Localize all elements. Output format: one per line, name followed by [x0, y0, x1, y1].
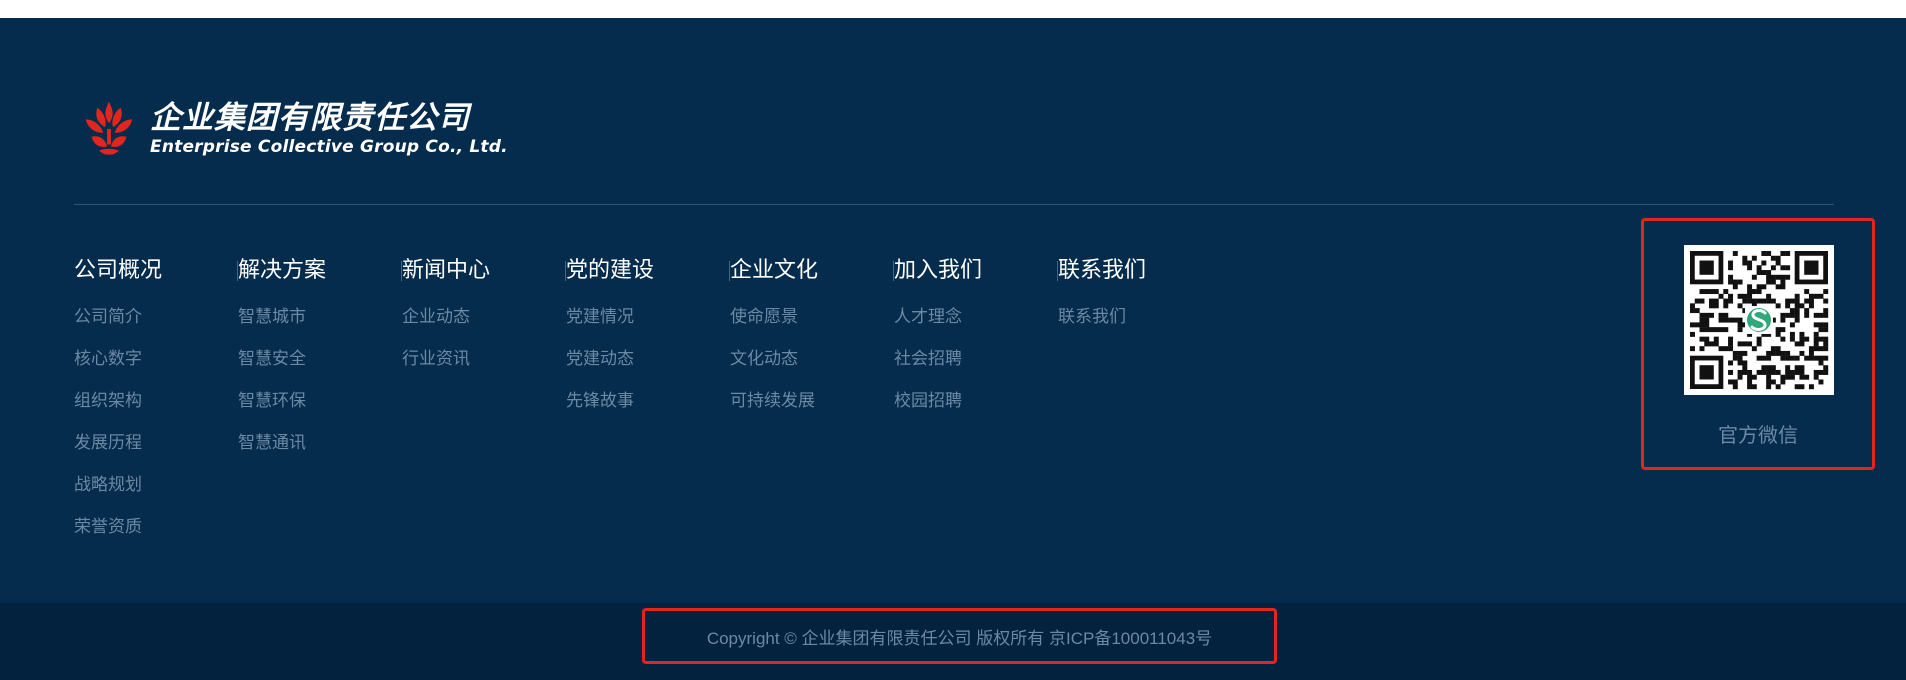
wechat-qr-box: 官方微信 — [1641, 218, 1875, 470]
nav-column-contact: 联系我们 联系我们 — [1058, 256, 1222, 557]
nav-link[interactable]: 人才理念 — [894, 305, 1058, 347]
footer-divider — [74, 204, 1834, 205]
nav-column-culture: 企业文化 使命愿景 文化动态 可持续发展 — [730, 256, 894, 557]
company-name-en: Enterprise Collective Group Co., Ltd. — [150, 137, 508, 157]
nav-link[interactable]: 智慧安全 — [238, 347, 402, 389]
company-name-cn: 企业集团有限责任公司 — [150, 100, 470, 136]
top-strip — [0, 0, 1906, 18]
nav-link[interactable]: 战略规划 — [74, 473, 238, 515]
nav-title-culture[interactable]: 企业文化 — [730, 256, 818, 286]
nav-link[interactable]: 校园招聘 — [894, 389, 1058, 431]
nav-link[interactable]: 智慧城市 — [238, 305, 402, 347]
nav-title-join[interactable]: 加入我们 — [894, 256, 982, 286]
nav-column-join: 加入我们 人才理念 社会招聘 校园招聘 — [894, 256, 1058, 557]
nav-link[interactable]: 社会招聘 — [894, 347, 1058, 389]
nav-link[interactable]: 行业资讯 — [402, 347, 566, 389]
nav-column-news: 新闻中心 企业动态 行业资讯 — [402, 256, 566, 557]
nav-link[interactable]: 文化动态 — [730, 347, 894, 389]
nav-column-solutions: 解决方案 智慧城市 智慧安全 智慧环保 智慧通讯 — [238, 256, 402, 557]
nav-title-company[interactable]: 公司概况 — [74, 256, 162, 286]
footer-nav: 公司概况 公司简介 核心数字 组织架构 发展历程 战略规划 荣誉资质 解决方案 … — [74, 256, 1222, 557]
nav-title-party[interactable]: 党的建设 — [566, 256, 654, 286]
copyright-box: Copyright © 企业集团有限责任公司 版权所有 京ICP备1000110… — [642, 608, 1277, 664]
nav-column-party: 党的建设 党建情况 党建动态 先锋故事 — [566, 256, 730, 557]
qr-label: 官方微信 — [1718, 423, 1798, 447]
company-logo[interactable]: 企业集团有限责任公司 Enterprise Collective Group C… — [78, 98, 508, 160]
copyright-text: Copyright © 企业集团有限责任公司 版权所有 京ICP备1000110… — [706, 628, 1213, 648]
nav-link[interactable]: 使命愿景 — [730, 305, 894, 347]
nav-link[interactable]: 公司简介 — [74, 305, 238, 347]
nav-link[interactable]: 可持续发展 — [730, 389, 894, 431]
site-footer: 企业集团有限责任公司 Enterprise Collective Group C… — [0, 18, 1906, 603]
nav-link[interactable]: 党建动态 — [566, 347, 730, 389]
nav-title-news[interactable]: 新闻中心 — [402, 256, 490, 286]
nav-title-contact[interactable]: 联系我们 — [1058, 256, 1146, 286]
nav-title-solutions[interactable]: 解决方案 — [238, 256, 326, 286]
nav-link[interactable]: 发展历程 — [74, 431, 238, 473]
lotus-logo-icon — [85, 101, 133, 155]
nav-link[interactable]: 核心数字 — [74, 347, 238, 389]
nav-link[interactable]: 先锋故事 — [566, 389, 730, 431]
nav-link[interactable]: 智慧环保 — [238, 389, 402, 431]
qr-code-image[interactable] — [1684, 245, 1834, 395]
nav-link[interactable]: 组织架构 — [74, 389, 238, 431]
qr-code-icon — [1690, 251, 1829, 390]
nav-link[interactable]: 党建情况 — [566, 305, 730, 347]
nav-column-company: 公司概况 公司简介 核心数字 组织架构 发展历程 战略规划 荣誉资质 — [74, 256, 238, 557]
nav-link[interactable]: 荣誉资质 — [74, 515, 238, 557]
nav-link[interactable]: 智慧通讯 — [238, 431, 402, 473]
nav-link[interactable]: 联系我们 — [1058, 305, 1222, 347]
nav-link[interactable]: 企业动态 — [402, 305, 566, 347]
